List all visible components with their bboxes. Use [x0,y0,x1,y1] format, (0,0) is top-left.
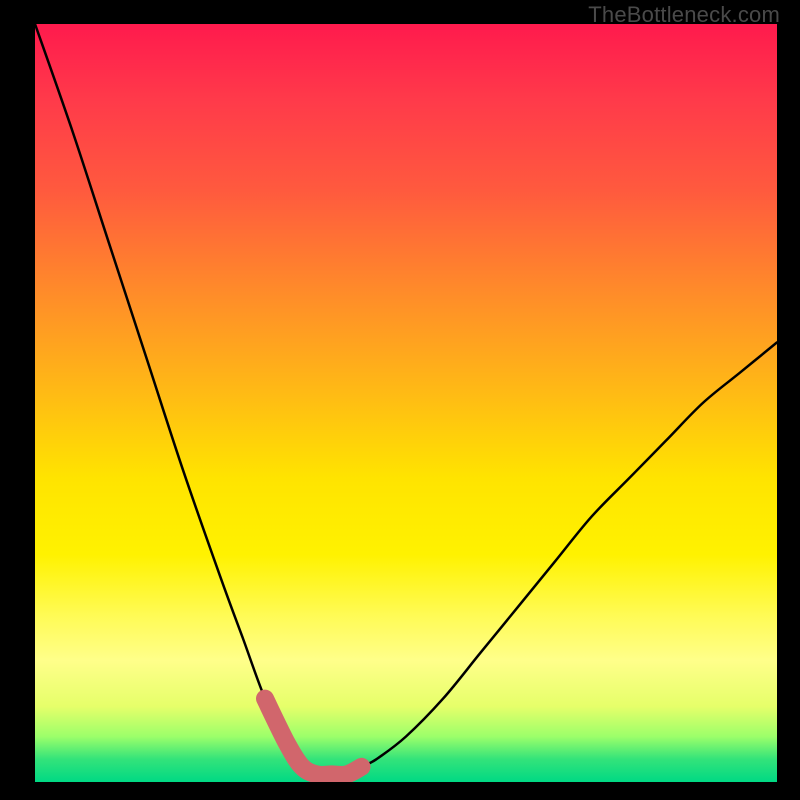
bottleneck-curve [35,24,777,775]
curve-layer [35,24,777,782]
plot-area [35,24,777,782]
chart-frame: TheBottleneck.com [0,0,800,800]
optimal-zone-marker [265,699,362,775]
